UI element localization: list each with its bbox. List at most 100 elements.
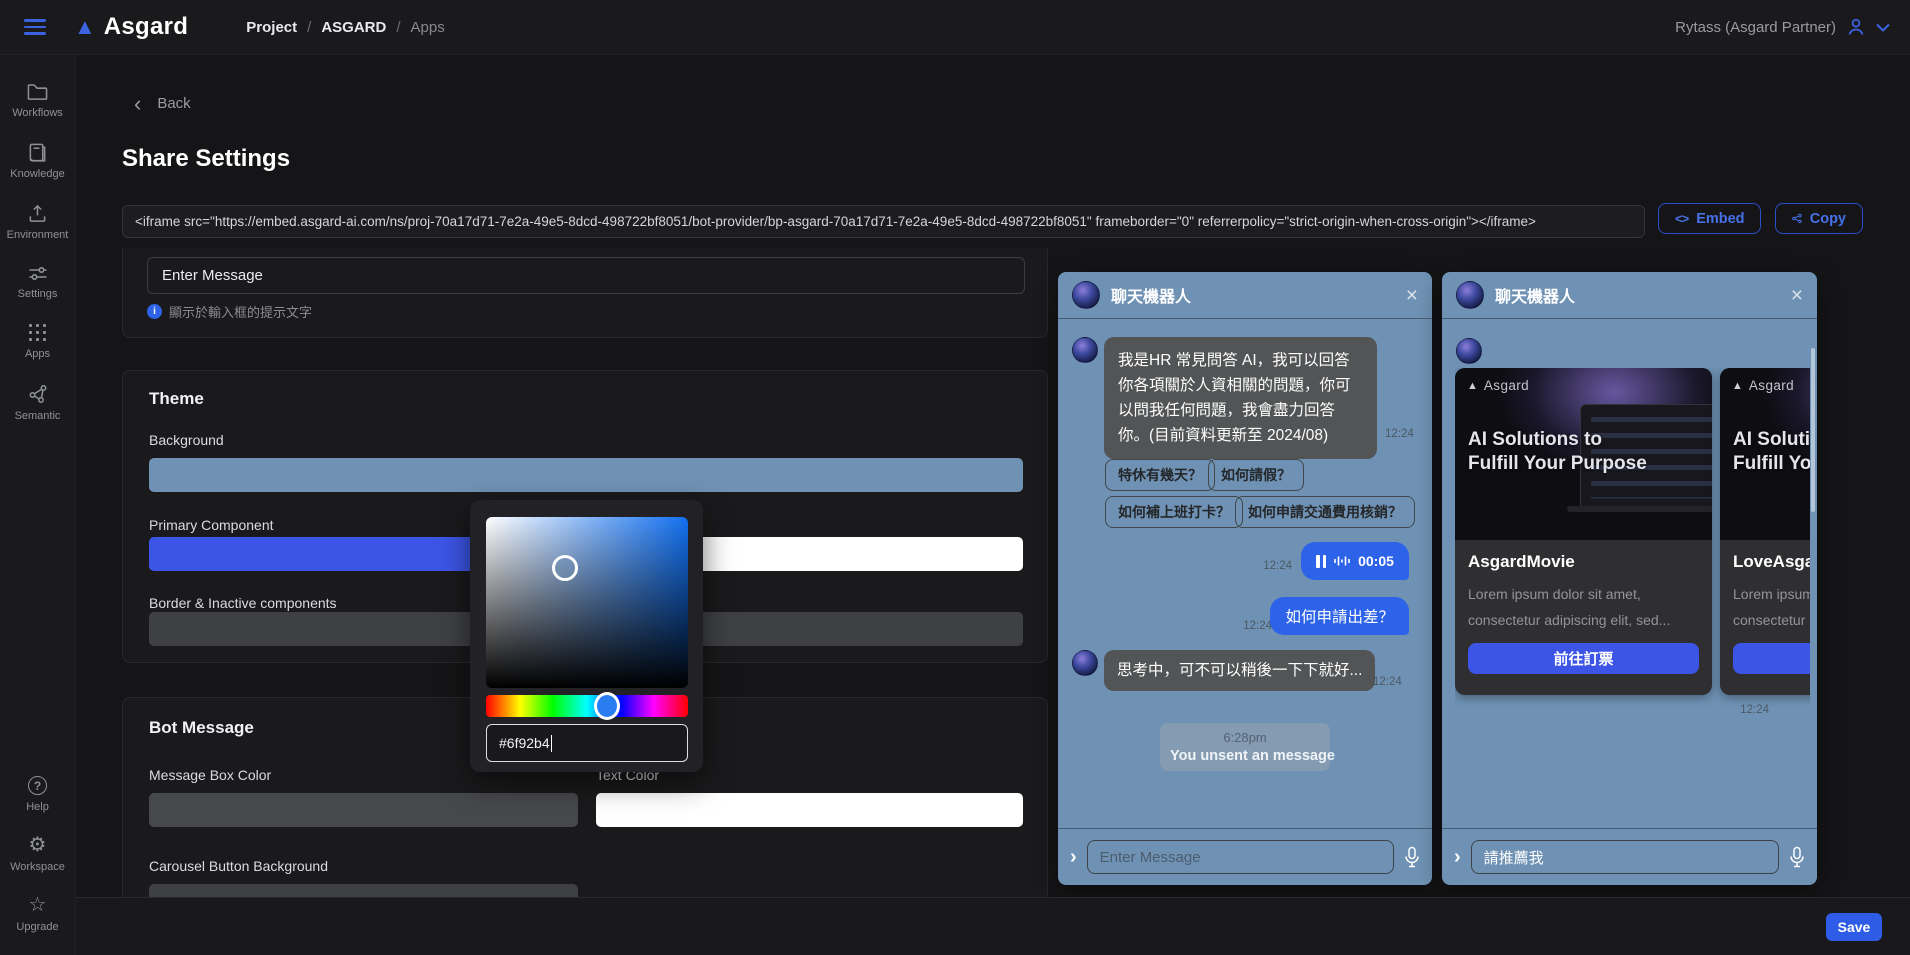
info-icon: i: [147, 304, 162, 319]
hint-text: 顯示於輸入框的提示文字: [169, 302, 312, 321]
carousel-button-bg-label: Carousel Button Background: [149, 858, 328, 874]
embed-button[interactable]: <> Embed: [1658, 203, 1761, 234]
sidebar-item-apps[interactable]: Apps: [0, 324, 76, 360]
enter-message-input[interactable]: Enter Message: [147, 257, 1025, 294]
bot-welcome-bubble: 我是HR 常見問答 AI，我可以回答你各項關於人資相關的問題，你可以問我任何問題…: [1104, 337, 1377, 459]
message-settings-card: Enter Message i 顯示於輸入框的提示文字: [122, 248, 1048, 338]
asgard-logo-icon: ▲: [1732, 380, 1743, 392]
audio-duration: 00:05: [1358, 553, 1394, 569]
theme-title: Theme: [149, 389, 204, 409]
asgard-logo-icon: ▲: [1467, 380, 1478, 392]
breadcrumb-separator: /: [307, 19, 311, 36]
sidebar-item-label: Help: [26, 801, 49, 813]
hue-slider[interactable]: [486, 695, 688, 717]
sidebar-item-label: Settings: [18, 288, 58, 300]
unsent-text: You unsent an message: [1170, 748, 1320, 764]
sidebar-item-label: Environment: [7, 229, 69, 241]
chat-preview-panel-1: 聊天機器人 × 我是HR 常見問答 AI，我可以回答你各項關於人資相關的問題，你…: [1058, 272, 1432, 885]
chat1-header: 聊天機器人 ×: [1058, 272, 1432, 319]
sidebar-item-label: Knowledge: [10, 168, 64, 180]
bot-avatar: [1456, 338, 1482, 364]
chevron-down-icon[interactable]: [1876, 23, 1890, 32]
quick-reply-chip[interactable]: 如何申請交通費用核銷？: [1235, 496, 1415, 528]
breadcrumb-project[interactable]: Project: [246, 19, 297, 36]
embed-button-label: Embed: [1696, 211, 1744, 227]
mic-icon[interactable]: [1789, 846, 1805, 868]
carousel-card[interactable]: ▲ Asgard AI Solutions to Fulfill Your Pu…: [1455, 368, 1712, 695]
hero-brand-name: Asgard: [1484, 378, 1529, 393]
carousel-card[interactable]: ▲ Asgard AI Solutions to Fulfill Your Pu…: [1720, 368, 1810, 695]
hamburger-menu-icon[interactable]: [24, 19, 46, 35]
brand-name: Asgard: [104, 13, 189, 41]
hue-slider-thumb[interactable]: [594, 692, 620, 720]
chat2-title: 聊天機器人: [1495, 283, 1575, 307]
app-root: ▲ Asgard Project / ASGARD / Apps Rytass …: [0, 0, 1910, 955]
chat2-footer: › 請推薦我: [1442, 828, 1817, 885]
card-cta-button[interactable]: 前往訂票: [1733, 643, 1810, 674]
hero-brand: ▲ Asgard: [1732, 378, 1794, 393]
mic-icon[interactable]: [1404, 846, 1420, 868]
sidebar-item-environment[interactable]: Environment: [0, 204, 76, 241]
quick-reply-chip[interactable]: 如何請假？: [1208, 459, 1304, 491]
quick-reply-chip[interactable]: 特休有幾天？: [1105, 459, 1215, 491]
pause-icon[interactable]: [1316, 555, 1326, 568]
copy-button-label: Copy: [1810, 211, 1846, 227]
saturation-cursor[interactable]: [552, 555, 578, 581]
star-icon: ☆: [29, 895, 47, 915]
carousel: ▲ Asgard AI Solutions to Fulfill Your Pu…: [1455, 368, 1810, 708]
sidebar-item-semantic[interactable]: Semantic: [0, 384, 76, 422]
hero-headline: AI Solutions to Fulfill Your Purpose: [1733, 428, 1810, 476]
user-label: Rytass (Asgard Partner): [1675, 19, 1836, 36]
card-info: AsgardMovie Lorem ipsum dolor sit amet, …: [1455, 540, 1712, 674]
message-timestamp: 12:24: [1243, 620, 1272, 632]
top-navbar: ▲ Asgard Project / ASGARD / Apps Rytass …: [0, 0, 1910, 55]
breadcrumb: Project / ASGARD / Apps: [246, 19, 444, 36]
user-icon[interactable]: [1846, 17, 1866, 37]
gear-icon: ⚙: [29, 835, 47, 855]
message-box-color-label: Message Box Color: [149, 767, 271, 783]
panel-scrollbar[interactable]: [1811, 348, 1815, 512]
sidebar-item-settings[interactable]: Settings: [0, 265, 76, 300]
close-icon[interactable]: ×: [1791, 285, 1803, 306]
waveform-icon: [1333, 554, 1351, 568]
text-color-swatch[interactable]: [596, 793, 1023, 827]
bot-avatar: [1072, 337, 1098, 363]
sidebar-item-help[interactable]: ? Help: [0, 776, 76, 813]
border-inactive-label: Border & Inactive components: [149, 595, 337, 611]
chat1-message-input[interactable]: Enter Message: [1087, 840, 1394, 874]
navbar-user-area[interactable]: Rytass (Asgard Partner): [1675, 17, 1890, 37]
chat-preview-panel-2: 聊天機器人 × ▲ Asgard AI Solutions to Fulfill…: [1442, 272, 1817, 885]
card-title: LoveAsgard: [1733, 552, 1810, 572]
card-title: AsgardMovie: [1468, 552, 1699, 572]
hex-color-input[interactable]: #6f92b4: [486, 724, 688, 762]
expand-chevron-icon[interactable]: ›: [1070, 846, 1077, 869]
embed-code-input[interactable]: <iframe src="https://embed.asgard-ai.com…: [122, 205, 1645, 238]
copy-button[interactable]: Copy: [1775, 203, 1863, 234]
card-cta-button[interactable]: 前往訂票: [1468, 643, 1699, 674]
close-icon[interactable]: ×: [1406, 285, 1418, 306]
quick-reply-chip[interactable]: 如何補上班打卡？: [1105, 496, 1243, 528]
sidebar-item-upgrade[interactable]: ☆ Upgrade: [0, 895, 76, 933]
back-label: Back: [157, 95, 190, 112]
chat2-message-input[interactable]: 請推薦我: [1471, 840, 1779, 874]
sidebar-item-workspace[interactable]: ⚙ Workspace: [0, 835, 76, 873]
bot-avatar: [1072, 650, 1098, 676]
breadcrumb-app[interactable]: ASGARD: [321, 19, 386, 36]
sidebar-item-knowledge[interactable]: Knowledge: [0, 143, 76, 180]
expand-chevron-icon[interactable]: ›: [1454, 846, 1461, 869]
background-color-swatch[interactable]: [149, 458, 1023, 492]
unsent-time: 6:28pm: [1170, 730, 1320, 745]
saturation-square[interactable]: [486, 517, 688, 688]
input-hint: i 顯示於輸入框的提示文字: [147, 302, 312, 321]
save-button[interactable]: Save: [1826, 913, 1882, 941]
card-info: LoveAsgard Lorem ipsum dolor sit amet, c…: [1720, 540, 1810, 674]
message-box-color-swatch[interactable]: [149, 793, 578, 827]
sidebar-item-workflows[interactable]: Workflows: [0, 83, 76, 119]
back-button[interactable]: ‹ Back: [134, 95, 191, 112]
audio-message-bubble[interactable]: 00:05: [1301, 542, 1409, 580]
card-description: Lorem ipsum dolor sit amet, consectetur …: [1468, 581, 1699, 633]
sidebar-item-label: Semantic: [15, 410, 61, 422]
unsent-message-notice: 6:28pm You unsent an message: [1160, 723, 1330, 771]
sidebar-item-label: Workspace: [10, 861, 65, 873]
card-hero-image: ▲ Asgard AI Solutions to Fulfill Your Pu…: [1720, 368, 1810, 540]
